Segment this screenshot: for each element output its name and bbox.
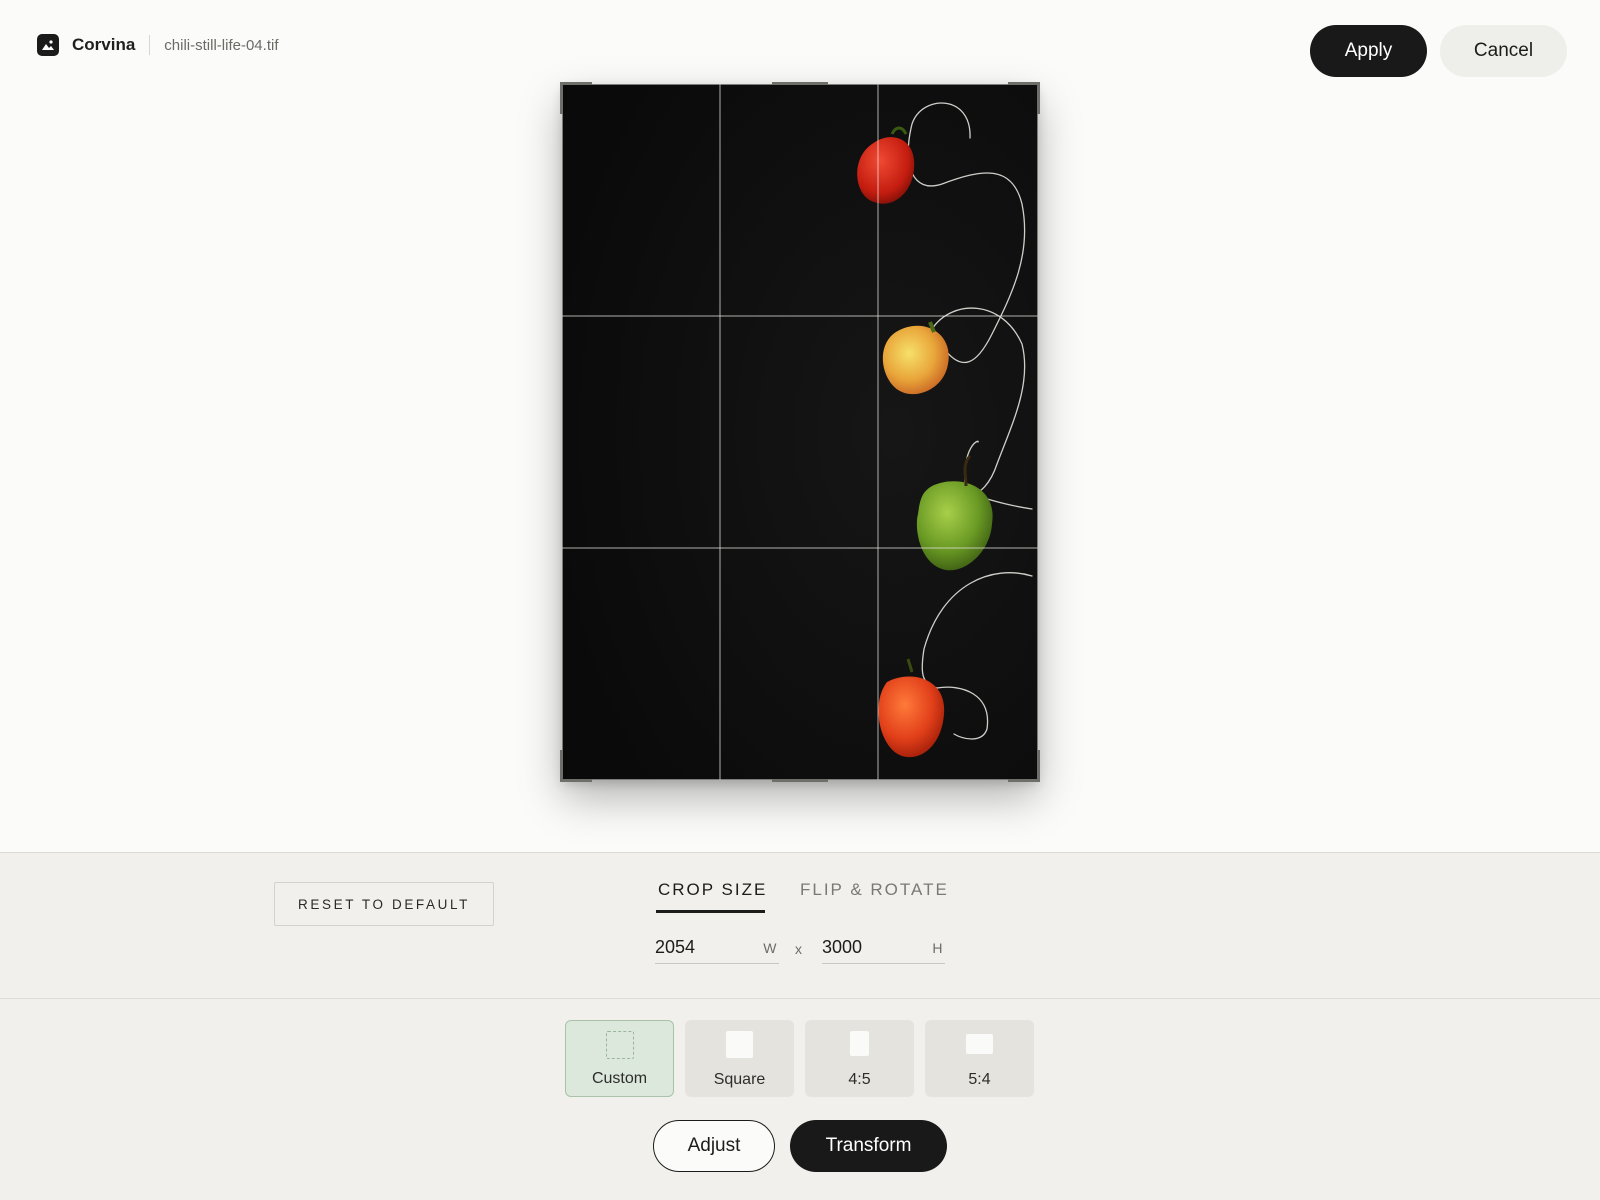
photo-image	[562, 84, 1038, 780]
crop-handle-bottom-left-v[interactable]	[560, 750, 563, 782]
tab-crop-size[interactable]: CROP SIZE	[658, 880, 767, 900]
brand: Corvina chili-still-life-04.tif	[37, 33, 278, 57]
preset-label: Square	[713, 1071, 766, 1088]
reset-to-default-button[interactable]: RESET TO DEFAULT	[274, 882, 494, 926]
image-app-icon	[37, 34, 59, 56]
file-name: chili-still-life-04.tif	[164, 36, 279, 54]
crop-handle-bottom[interactable]	[772, 779, 828, 782]
canvas-area	[0, 82, 1600, 852]
panel-divider-top	[0, 852, 1600, 853]
height-field[interactable]: H	[822, 932, 945, 964]
preset-custom[interactable]: Custom	[565, 1020, 674, 1097]
transform-button[interactable]: Transform	[790, 1120, 947, 1172]
editor-app: Corvina chili-still-life-04.tif Apply Ca…	[0, 0, 1600, 1200]
preset-square[interactable]: Square	[685, 1020, 794, 1097]
transform-panel: RESET TO DEFAULT CROP SIZE FLIP & ROTATE…	[0, 852, 1600, 1200]
aspect-presets: Custom Square 4:5 5:4	[565, 1020, 1034, 1097]
crop-handle-bottom-right[interactable]	[1008, 779, 1040, 782]
crop-handle-top-left-v[interactable]	[560, 82, 563, 114]
dimension-separator: x	[795, 941, 802, 957]
portrait-rect-icon	[850, 1031, 869, 1056]
landscape-rect-icon	[966, 1034, 993, 1054]
preset-label: 5:4	[968, 1071, 991, 1088]
app-name: Corvina	[72, 35, 136, 54]
crop-handle-top-right[interactable]	[1008, 82, 1040, 85]
adjust-button[interactable]: Adjust	[653, 1120, 775, 1172]
apply-button[interactable]: Apply	[1310, 25, 1427, 77]
width-input[interactable]	[655, 932, 735, 962]
width-field[interactable]: W	[655, 932, 779, 964]
crop-handle-top-right-v[interactable]	[1037, 82, 1040, 114]
preset-4-5[interactable]: 4:5	[805, 1020, 914, 1097]
preset-label: 4:5	[848, 1071, 871, 1088]
crop-handle-top[interactable]	[772, 82, 828, 85]
panel-divider-mid	[0, 998, 1600, 999]
header-divider	[149, 35, 151, 55]
cancel-button[interactable]: Cancel	[1440, 25, 1567, 77]
height-input[interactable]	[822, 932, 902, 962]
square-icon	[726, 1031, 753, 1058]
crop-handle-bottom-left[interactable]	[560, 779, 592, 782]
width-unit-label: W	[763, 940, 777, 956]
crop-handle-top-left[interactable]	[560, 82, 592, 85]
tab-flip-rotate[interactable]: FLIP & ROTATE	[800, 880, 949, 900]
preset-5-4[interactable]: 5:4	[925, 1020, 1034, 1097]
active-tab-indicator	[656, 910, 765, 913]
dashed-square-icon	[606, 1031, 634, 1059]
height-unit-label: H	[932, 940, 943, 956]
preset-label: Custom	[591, 1070, 648, 1087]
crop-handle-bottom-right-v[interactable]	[1037, 750, 1040, 782]
crop-frame[interactable]	[560, 82, 1040, 782]
